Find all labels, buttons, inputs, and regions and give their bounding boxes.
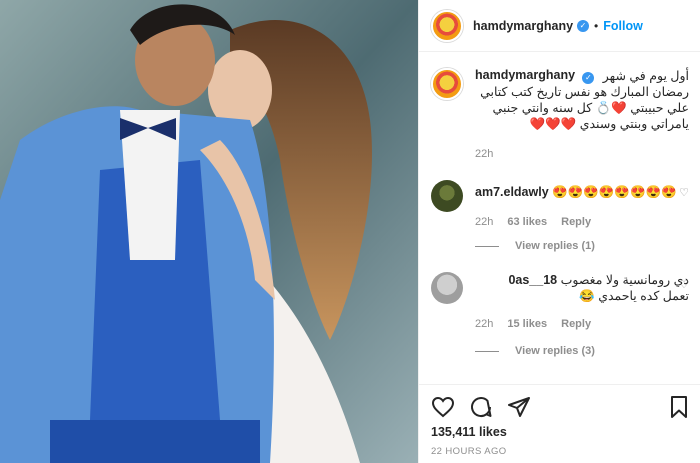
- post-header: hamdymarghany ✓ • Follow: [419, 0, 700, 52]
- like-comment-icon[interactable]: ♡: [679, 278, 689, 291]
- reply-button[interactable]: Reply: [561, 216, 591, 228]
- caption-body: hamdymarghany ✓ أول يوم في شهر رمضان الم…: [475, 68, 689, 160]
- comment-time[interactable]: 22h: [475, 318, 493, 330]
- comment-likes[interactable]: 63 likes: [507, 216, 547, 228]
- comment-meta: 22h 15 likes Reply: [475, 318, 689, 330]
- post-actions: 135,411 likes 22 HOURS AGO: [419, 384, 700, 463]
- follow-button[interactable]: Follow: [603, 19, 643, 33]
- heart-icon[interactable]: [431, 395, 455, 419]
- comment-meta: 22h 63 likes Reply: [475, 216, 689, 228]
- reply-button[interactable]: Reply: [561, 318, 591, 330]
- divider-line: [475, 350, 499, 352]
- comment-time[interactable]: 22h: [475, 216, 493, 228]
- comment-body: am7.eldawly 😍😍😍😍😍😍😍😍 22h 63 likes Reply: [475, 180, 689, 228]
- comment-text: دي رومانسية ولا مغصوب: [560, 273, 689, 287]
- comment: دي رومانسية ولا مغصوب 0as__18 تعمل كده ي…: [431, 272, 689, 330]
- likes-count[interactable]: 135,411 likes: [431, 425, 507, 439]
- comment-body: دي رومانسية ولا مغصوب 0as__18 تعمل كده ي…: [475, 272, 689, 330]
- caption: hamdymarghany ✓ أول يوم في شهر رمضان الم…: [431, 68, 689, 160]
- verified-icon: ✓: [577, 19, 590, 32]
- separator-dot: •: [594, 18, 599, 33]
- caption-username[interactable]: hamdymarghany: [475, 68, 575, 82]
- comment-text-2: تعمل كده ياحمدي 😂: [579, 289, 689, 303]
- caption-line: رمضان المبارك هو نفس تاريخ كتب كتابي: [480, 85, 689, 99]
- post-photo[interactable]: [0, 0, 418, 463]
- caption-line: يامراتي وبنتي وسندي ❤️❤️❤️: [529, 117, 689, 131]
- author-avatar[interactable]: [431, 9, 463, 42]
- view-replies[interactable]: View replies (1): [475, 240, 595, 252]
- post-sidebar: hamdymarghany ✓ • Follow hamdymarghany ✓…: [418, 0, 700, 463]
- comment-icon[interactable]: [469, 395, 493, 419]
- comment-likes[interactable]: 15 likes: [507, 318, 547, 330]
- bookmark-icon[interactable]: [667, 395, 691, 419]
- instagram-post: hamdymarghany ✓ • Follow hamdymarghany ✓…: [0, 0, 700, 463]
- share-icon[interactable]: [507, 395, 531, 419]
- verified-icon: ✓: [582, 72, 595, 84]
- couple-photo-illustration: [0, 0, 418, 463]
- commenter-username[interactable]: am7.eldawly: [475, 185, 549, 199]
- commenter-username[interactable]: 0as__18: [508, 273, 557, 287]
- commenter-avatar[interactable]: [431, 180, 463, 212]
- comment: am7.eldawly 😍😍😍😍😍😍😍😍 22h 63 likes Reply …: [431, 180, 689, 228]
- divider-line: [475, 245, 499, 247]
- caption-time[interactable]: 22h: [475, 148, 689, 160]
- post-timestamp[interactable]: 22 HOURS AGO: [431, 446, 507, 457]
- commenter-avatar[interactable]: [431, 272, 463, 304]
- view-replies-label: View replies (3): [515, 345, 595, 357]
- action-icons: [431, 395, 531, 419]
- caption-avatar[interactable]: [431, 68, 463, 100]
- like-comment-icon[interactable]: ♡: [679, 186, 689, 199]
- author-username[interactable]: hamdymarghany: [473, 19, 573, 33]
- comment-text: 😍😍😍😍😍😍😍😍: [552, 185, 677, 199]
- view-replies[interactable]: View replies (3): [475, 345, 595, 357]
- view-replies-label: View replies (1): [515, 240, 595, 252]
- caption-line: علي حبيبتي ❤️💍 كل سنه وانتي جنبي: [492, 101, 689, 115]
